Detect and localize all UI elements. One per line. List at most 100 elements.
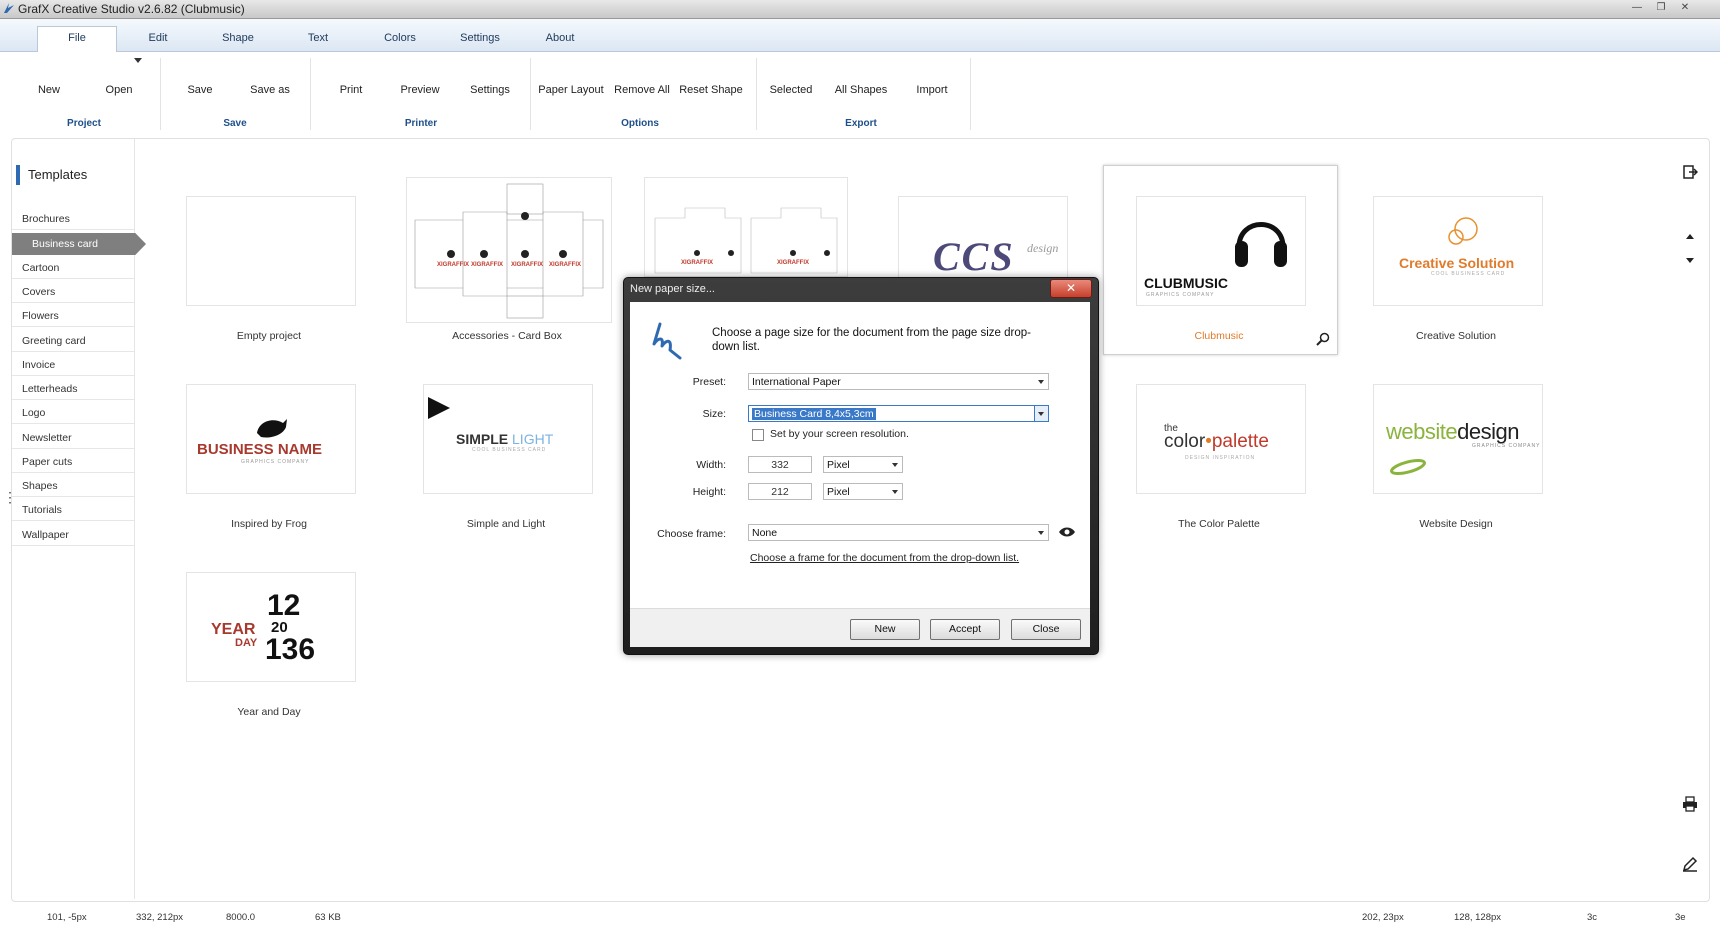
svg-text:XIGRAFFIX: XIGRAFFIX [681,260,713,266]
template-label-color-palette[interactable]: The Color Palette [1109,518,1329,530]
sidebar-item-tutorials[interactable]: Tutorials [12,499,134,521]
tab-about[interactable]: About [530,27,590,51]
template-thumb-color-palette[interactable]: the color•palette DESIGN INSPIRATION [1136,384,1306,494]
sidebar-item-brochures[interactable]: Brochures [12,208,134,230]
edit-icon[interactable] [1682,856,1698,872]
sidebar-item-letterheads[interactable]: Letterheads [12,378,134,400]
simple-logo-text: SIMPLE LIGHT [456,431,554,447]
frame-select[interactable]: None [748,524,1049,541]
group-save-label: Save [223,118,247,129]
template-thumb-website-design[interactable]: websitedesign GRAPHICS COMPANY [1373,384,1543,494]
export-selected-button[interactable]: Selected [765,84,817,96]
save-as-button[interactable]: Save as [244,84,296,96]
tab-text[interactable]: Text [288,27,348,51]
template-label-year-and-day[interactable]: Year and Day [159,706,379,718]
template-thumb-empty-project[interactable] [186,196,356,306]
dialog-close-button[interactable]: Close [1011,619,1081,640]
template-thumb-year-and-day[interactable]: 12 20 YEAR DAY 136 [186,572,356,682]
sidebar-item-logo[interactable]: Logo [12,402,134,424]
template-thumb-xigraffix-box[interactable]: XIGRAFFIX XIGRAFFIX [644,177,848,277]
ribbon: New Open Save Save as Print Preview Sett… [0,52,1720,136]
preview-button[interactable]: Preview [396,84,444,96]
exit-icon[interactable] [1682,164,1699,180]
width-input[interactable]: 332 [748,456,812,473]
sidebar-item-greeting-card[interactable]: Greeting card [12,330,134,352]
export-all-shapes-button[interactable]: All Shapes [831,84,891,96]
dialog-title: New paper size... [630,283,715,295]
template-thumb-clubmusic[interactable]: CLUBMUSIC GRAPHICS COMPANY [1136,196,1306,306]
save-button[interactable]: Save [180,84,220,96]
template-label-website-design[interactable]: Website Design [1346,518,1566,530]
printer-settings-button[interactable]: Settings [466,84,514,96]
paper-layout-button[interactable]: Paper Layout [538,84,604,96]
scroll-up-icon[interactable] [1686,234,1694,239]
reset-shape-button[interactable]: Reset Shape [678,84,744,96]
zoom-preview-icon[interactable] [1316,332,1330,346]
tab-edit[interactable]: Edit [128,27,188,51]
template-label-inspired-by-frog[interactable]: Inspired by Frog [159,518,379,530]
creative-citrus-icon [1448,217,1478,245]
status-selection-position: 202, 23px [1362,912,1404,923]
window-title: GrafX Creative Studio v2.6.82 (Clubmusic… [18,2,245,16]
preset-select[interactable]: International Paper [748,373,1049,390]
tab-colors[interactable]: Colors [370,27,430,51]
website-logo-text: websitedesign [1386,419,1519,444]
ccs-logo-text: CCS [933,234,1015,279]
sidebar-item-business-card[interactable]: Business card [12,233,146,255]
template-label-card-box[interactable]: Accessories - Card Box [397,330,617,342]
sidebar-item-cartoon[interactable]: Cartoon [12,257,134,279]
restore-icon[interactable]: ❐ [1652,1,1670,15]
minimize-icon[interactable]: — [1628,1,1646,15]
size-select[interactable]: Business Card 8,4x5,3cm [748,405,1049,422]
panel-resize-grip-icon[interactable]: ⋮ [3,490,17,504]
eye-preview-icon[interactable] [1058,525,1076,539]
scroll-down-icon[interactable] [1686,258,1694,263]
group-options-label: Options [621,118,659,129]
status-code-a: 3c [1587,912,1598,923]
tab-file[interactable]: File [37,26,117,53]
app-logo-icon [4,3,14,13]
title-bar: GrafX Creative Studio v2.6.82 (Clubmusic… [0,0,1720,19]
status-document-size: 332, 212px [136,912,184,923]
template-thumb-creative-solution[interactable]: Creative Solution COOL BUSINESS CARD [1373,196,1543,306]
group-printer-label: Printer [404,118,438,129]
template-thumb-card-box[interactable]: XIGRAFFIX XIGRAFFIX XIGRAFFIX XIGRAFFIX [406,177,612,323]
sidebar-item-wallpaper[interactable]: Wallpaper [12,524,134,546]
remove-all-button[interactable]: Remove All [612,84,672,96]
template-label-empty-project[interactable]: Empty project [159,330,379,342]
dialog-close-icon[interactable]: ✕ [1050,279,1092,298]
height-unit-select[interactable]: Pixel [823,483,903,500]
screen-resolution-checkbox[interactable] [752,429,764,441]
preset-label: Preset: [692,376,726,388]
sidebar-item-invoice[interactable]: Invoice [12,354,134,376]
sidebar-item-covers[interactable]: Covers [12,281,134,303]
palette-logo-text: color•palette [1164,431,1269,452]
creative-logo-text: Creative Solution [1399,255,1515,271]
sidebar-item-newsletter[interactable]: Newsletter [12,427,134,449]
day-logo-word: DAY [235,637,258,649]
template-label-creative-solution[interactable]: Creative Solution [1346,330,1566,342]
dialog-new-button[interactable]: New [850,619,920,640]
template-thumb-inspired-by-frog[interactable]: BUSINESS NAME GRAPHICS COMPANY [186,384,356,494]
sidebar-item-shapes[interactable]: Shapes [12,475,134,497]
ribbon-divider [160,58,161,130]
template-label-clubmusic[interactable]: Clubmusic [1109,330,1329,342]
frame-hint-link[interactable]: Choose a frame for the document from the… [750,552,1019,564]
open-button[interactable]: Open [99,84,139,96]
new-button[interactable]: New [29,84,69,96]
width-unit-select[interactable]: Pixel [823,456,903,473]
close-window-icon[interactable]: ✕ [1676,1,1694,15]
dialog-accept-button[interactable]: Accept [930,619,1000,640]
sidebar-item-flowers[interactable]: Flowers [12,305,134,327]
template-thumb-simple-and-light[interactable]: SIMPLE LIGHT COOL BUSINESS CARD [423,384,593,494]
tab-settings[interactable]: Settings [450,27,510,51]
quick-access-dropdown-icon[interactable] [134,58,142,63]
sidebar-item-paper-cuts[interactable]: Paper cuts [12,451,134,473]
group-export-label: Export [845,118,877,129]
import-button[interactable]: Import [909,84,955,96]
printer-icon[interactable] [1682,796,1698,812]
tab-shape[interactable]: Shape [208,27,268,51]
print-button[interactable]: Print [331,84,371,96]
template-label-simple-and-light[interactable]: Simple and Light [396,518,616,530]
height-input[interactable]: 212 [748,483,812,500]
